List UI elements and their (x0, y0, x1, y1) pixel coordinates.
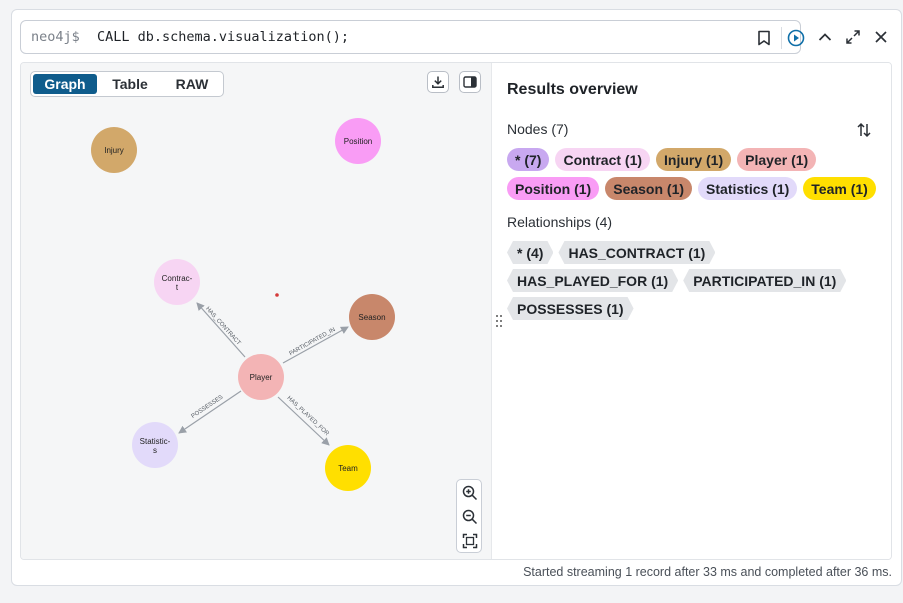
result-view-tabs: Graph Table RAW (30, 71, 224, 97)
editor-prompt: neo4j$ (31, 29, 80, 45)
chip-participated-in[interactable]: PARTICIPATED_IN (1) (683, 269, 846, 292)
relationships-label: Relationships (4) (507, 214, 613, 230)
chip-contract[interactable]: Contract (1) (555, 148, 651, 171)
node-contract[interactable]: Contrac- t (154, 259, 200, 305)
toggle-sidebar-button[interactable] (459, 71, 481, 93)
graph-canvas[interactable]: HAS_CONTRACT PARTICIPATED_IN POSSESSES H… (21, 63, 492, 559)
nodes-label: Nodes (7) (507, 121, 569, 137)
overview-title: Results overview (507, 81, 638, 98)
tab-table[interactable]: Table (97, 74, 163, 94)
node-player[interactable]: Player (238, 354, 284, 400)
chip-all-relationships[interactable]: * (4) (507, 241, 553, 264)
chip-all-nodes[interactable]: * (7) (507, 148, 550, 171)
query-result-frame: neo4j$ CALL db.schema.visualization(); H… (11, 9, 902, 586)
query-text[interactable]: CALL db.schema.visualization(); (97, 29, 349, 45)
tab-raw[interactable]: RAW (163, 74, 221, 94)
sort-icon[interactable] (853, 119, 875, 141)
query-editor[interactable]: neo4j$ CALL db.schema.visualization(); (20, 20, 805, 54)
node-label-chips: * (7) Contract (1) Injury (1) Player (1)… (507, 148, 879, 200)
canvas-marker-dot (275, 293, 279, 297)
node-statistics[interactable]: Statistic- s (132, 422, 178, 468)
chip-has-contract[interactable]: HAS_CONTRACT (1) (558, 241, 715, 264)
svg-text:Contrac-: Contrac- (162, 274, 193, 283)
node-season[interactable]: Season (349, 294, 395, 340)
fullscreen-icon[interactable] (842, 26, 864, 48)
fit-to-screen-icon[interactable] (459, 530, 481, 552)
graph-visualization[interactable]: HAS_CONTRACT PARTICIPATED_IN POSSESSES H… (21, 63, 492, 559)
chip-season[interactable]: Season (1) (605, 177, 693, 200)
rel-possesses[interactable] (178, 390, 242, 434)
rel-label-has-contract: HAS_CONTRACT (204, 306, 241, 347)
result-pane: HAS_CONTRACT PARTICIPATED_IN POSSESSES H… (20, 62, 892, 560)
svg-text:Season: Season (358, 313, 385, 322)
node-position[interactable]: Position (335, 118, 381, 164)
status-message: Started streaming 1 record after 33 ms a… (523, 565, 892, 579)
rel-label-has-played-for: HAS_PLAYED_FOR (286, 395, 331, 437)
svg-text:Position: Position (344, 137, 372, 146)
zoom-out-icon[interactable] (459, 506, 481, 528)
rel-has-played-for[interactable] (277, 396, 330, 446)
run-icon[interactable] (785, 27, 807, 49)
chip-team[interactable]: Team (1) (803, 177, 876, 200)
rel-label-possesses: POSSESSES (191, 394, 225, 419)
tab-graph[interactable]: Graph (33, 74, 97, 94)
chip-has-played-for[interactable]: HAS_PLAYED_FOR (1) (507, 269, 678, 292)
collapse-icon[interactable] (814, 26, 836, 48)
node-team[interactable]: Team (325, 445, 371, 491)
chip-statistics[interactable]: Statistics (1) (698, 177, 798, 200)
svg-text:Statistic-: Statistic- (140, 437, 171, 446)
results-overview-panel: Results overview Nodes (7) * (7) Contrac… (507, 63, 891, 559)
svg-text:s: s (153, 446, 157, 455)
node-injury[interactable]: Injury (91, 127, 137, 173)
svg-text:Team: Team (338, 464, 358, 473)
rel-participated-in[interactable] (282, 326, 349, 364)
resize-handle-icon[interactable] (495, 314, 503, 328)
chip-player[interactable]: Player (1) (737, 148, 817, 171)
zoom-controls (456, 479, 482, 553)
close-icon[interactable] (870, 26, 892, 48)
chip-position[interactable]: Position (1) (507, 177, 600, 200)
bookmark-icon[interactable] (753, 27, 775, 49)
editor-divider (781, 27, 782, 49)
svg-text:Injury: Injury (104, 146, 124, 155)
sidebar-icon (463, 76, 477, 88)
zoom-in-icon[interactable] (459, 482, 481, 504)
download-icon (432, 76, 444, 89)
rel-label-participated-in: PARTICIPATED_IN (289, 327, 337, 357)
rel-has-contract[interactable] (196, 302, 246, 358)
download-button[interactable] (427, 71, 449, 93)
svg-text:Player: Player (250, 373, 273, 382)
chip-injury[interactable]: Injury (1) (656, 148, 732, 171)
relationship-type-chips: * (4) HAS_CONTRACT (1) HAS_PLAYED_FOR (1… (507, 241, 879, 320)
chip-possesses[interactable]: POSSESSES (1) (507, 297, 634, 320)
